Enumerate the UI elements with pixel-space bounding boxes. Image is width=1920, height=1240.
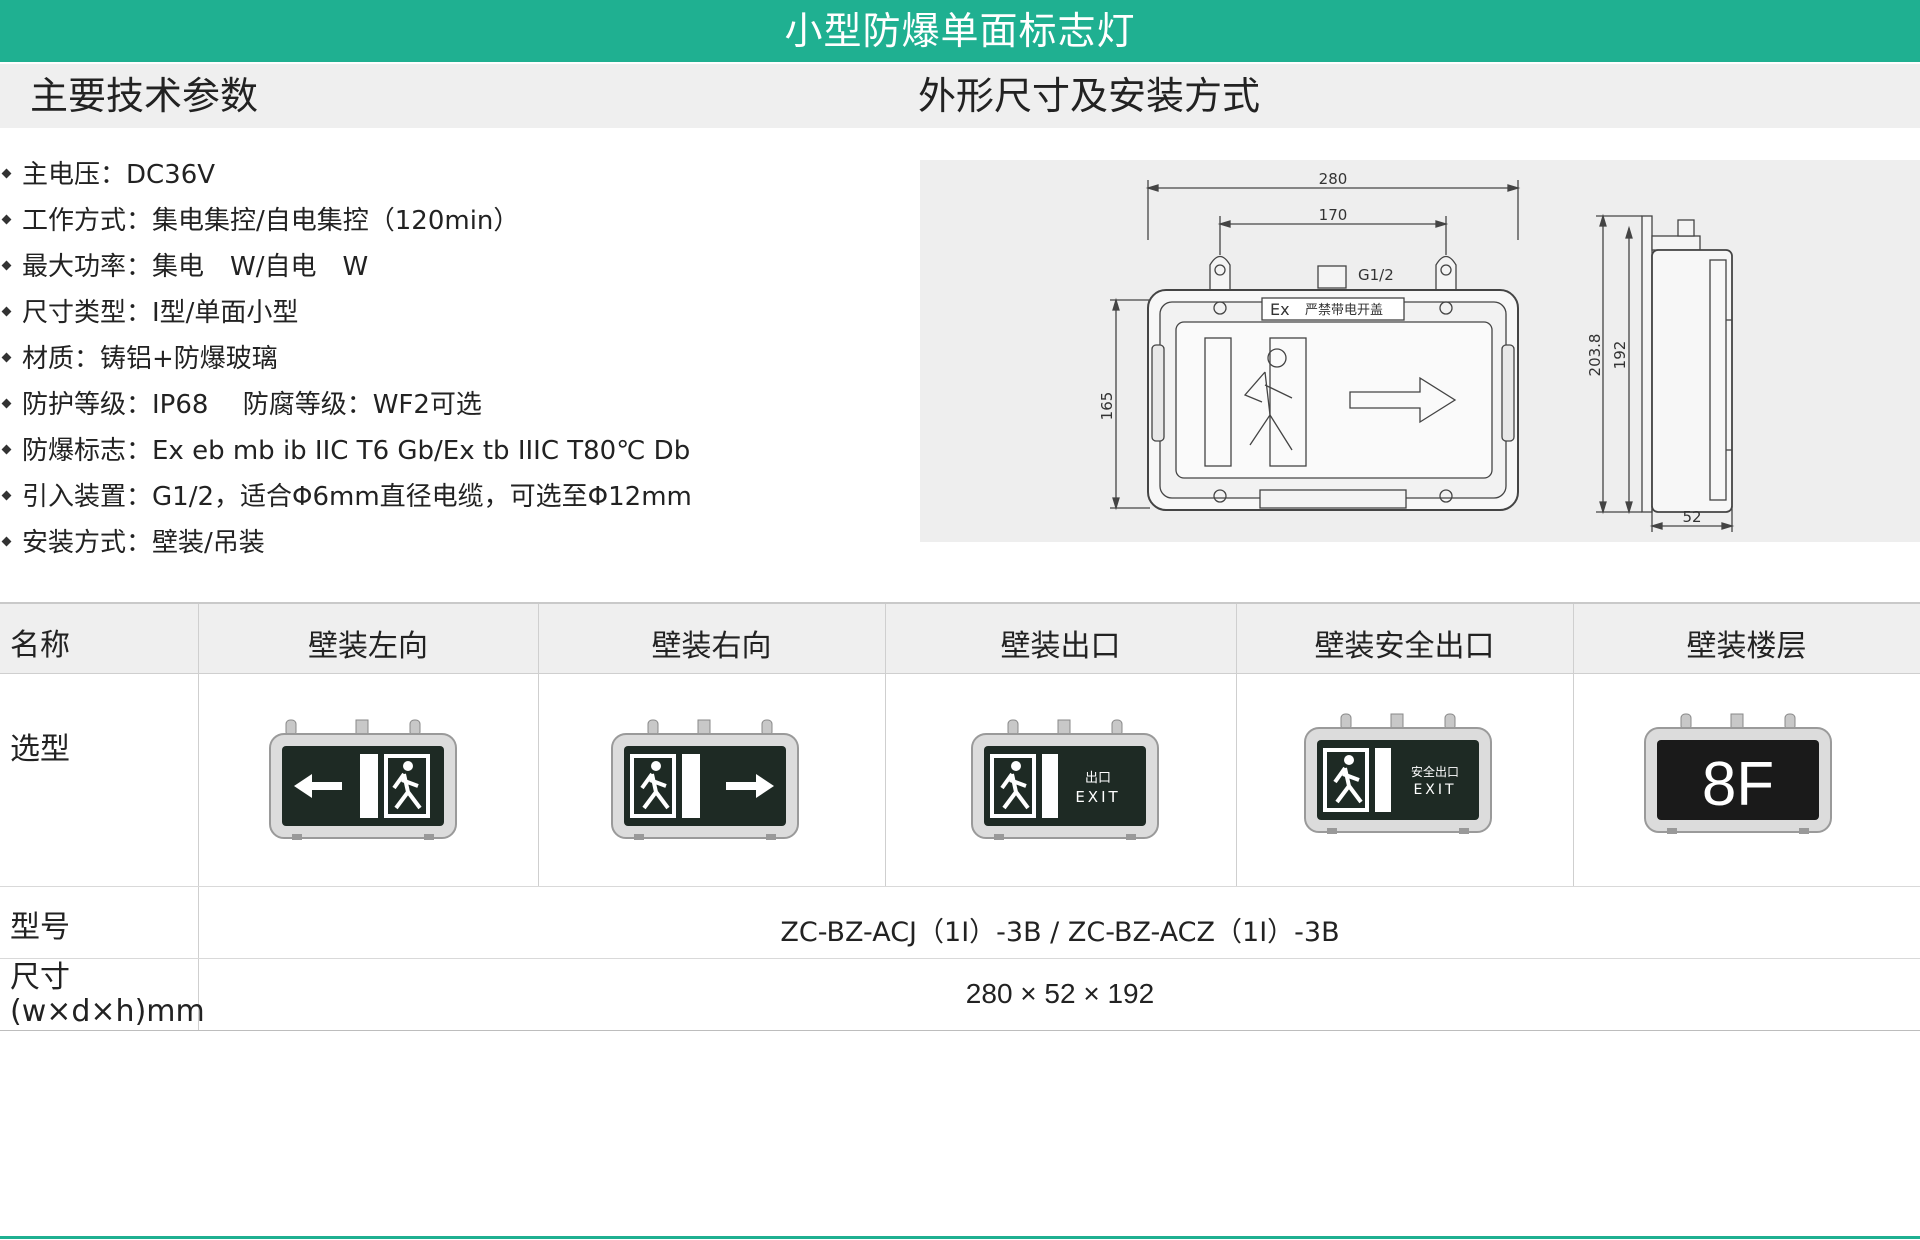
row-label-size-units: (w×d×h)mm bbox=[10, 994, 205, 1029]
exit-cn-text: 出口 bbox=[1085, 771, 1111, 786]
safe-exit-cn-text: 安全出口 bbox=[1411, 764, 1459, 779]
page-title-bar: 小型防爆单面标志灯 bbox=[0, 0, 1920, 62]
row-label-size: 尺寸 bbox=[10, 960, 70, 995]
sign-wall-floor-image: 8F bbox=[1644, 713, 1832, 834]
spec-item: 最大功率：集电 W/自电 W bbox=[0, 244, 900, 290]
row-label-model: 型号 bbox=[10, 910, 70, 945]
column-wall-exit: 壁装出口 bbox=[1000, 629, 1121, 664]
row-label-selection: 选型 bbox=[10, 732, 70, 767]
running-man-icon bbox=[1011, 761, 1021, 771]
dim-total-height-label: 203.8 bbox=[1586, 334, 1604, 377]
bullet-icon bbox=[1, 536, 12, 547]
bullet-icon bbox=[1, 490, 12, 501]
column-wall-right: 壁装右向 bbox=[651, 629, 772, 664]
bullet-icon bbox=[1, 352, 12, 363]
exit-en-text: EXIT bbox=[1075, 788, 1120, 806]
table-header-name: 名称 bbox=[10, 628, 70, 663]
spec-item: 主电压：DC36V bbox=[0, 152, 900, 198]
side-view-housing bbox=[1651, 249, 1733, 513]
product-table: 名称 壁装左向 壁装右向 壁装出口 壁装安全出口 壁装楼层 选型 出口 EXIT… bbox=[0, 602, 1920, 1031]
floor-number-text: 8F bbox=[1702, 750, 1774, 819]
running-man-icon bbox=[403, 761, 413, 771]
dim-body-height-label: 192 bbox=[1611, 341, 1629, 370]
sign-wall-exit-image: 出口 EXIT bbox=[971, 719, 1159, 840]
ex-badge-text: 严禁带电开盖 bbox=[1305, 303, 1383, 318]
spec-item: 防爆标志：Ex eb mb ib IIC T6 Gb/Ex tb IIIC T8… bbox=[0, 428, 900, 474]
spec-list: 主电压：DC36V 工作方式：集电集控/自电集控（120min） 最大功率：集电… bbox=[0, 152, 900, 566]
bullet-icon bbox=[1, 214, 12, 225]
spec-item: 引入装置：G1/2，适合Φ6mm直径电缆，可选至Φ12mm bbox=[0, 474, 900, 520]
page-title: 小型防爆单面标志灯 bbox=[784, 9, 1136, 53]
sign-window bbox=[1175, 321, 1493, 479]
safe-exit-en-text: EXIT bbox=[1413, 782, 1456, 798]
spec-item: 防护等级：IP68 防腐等级：WF2可选 bbox=[0, 382, 900, 428]
ex-badge-label: Ex bbox=[1270, 300, 1290, 319]
model-value: ZC-BZ-ACJ（1Ⅰ）-3B / ZC-BZ-ACZ（1Ⅰ）-3B bbox=[780, 917, 1340, 948]
column-wall-floor: 壁装楼层 bbox=[1686, 629, 1807, 664]
dimension-drawing-panel: 280 170 G1/2 Ex 严禁带电开盖 165 203.8 192 52 bbox=[920, 160, 1920, 542]
spec-item: 尺寸类型：Ⅰ型/单面小型 bbox=[0, 290, 900, 336]
bullet-icon bbox=[1, 260, 12, 271]
spec-item: 安装方式：壁装/吊装 bbox=[0, 520, 900, 566]
size-value: 280 × 52 × 192 bbox=[965, 978, 1155, 1009]
dimension-drawing: 280 170 G1/2 Ex 严禁带电开盖 165 203.8 192 52 bbox=[1098, 170, 1735, 532]
running-man-icon bbox=[651, 761, 661, 771]
specs-section-title: 主要技术参数 bbox=[30, 74, 259, 118]
sign-wall-safe-exit-image: 安全出口 EXIT bbox=[1304, 713, 1492, 834]
dim-depth-label: 52 bbox=[1682, 508, 1701, 526]
spec-item: 材质：铸铝+防爆玻璃 bbox=[0, 336, 900, 382]
bullet-icon bbox=[1, 398, 12, 409]
footer-accent-line bbox=[0, 1236, 1920, 1239]
column-wall-safe-exit: 壁装安全出口 bbox=[1314, 629, 1495, 664]
spec-item: 工作方式：集电集控/自电集控（120min） bbox=[0, 198, 900, 244]
running-man-icon bbox=[1344, 755, 1354, 765]
bullet-icon bbox=[1, 444, 12, 455]
dim-width-label: 280 bbox=[1319, 170, 1348, 188]
column-wall-left: 壁装左向 bbox=[308, 629, 428, 664]
bullet-icon bbox=[1, 306, 12, 317]
dim-height-label: 165 bbox=[1098, 392, 1116, 421]
dim-thread-label: G1/2 bbox=[1358, 266, 1394, 284]
dimensions-section-title: 外形尺寸及安装方式 bbox=[918, 74, 1261, 118]
cable-gland bbox=[1317, 265, 1347, 289]
section-header-bar: 主要技术参数 外形尺寸及安装方式 bbox=[0, 64, 1920, 128]
sign-wall-right-image bbox=[611, 719, 799, 840]
dim-mount-label: 170 bbox=[1319, 206, 1348, 224]
bullet-icon bbox=[1, 168, 12, 179]
side-view-bracket bbox=[1641, 215, 1653, 513]
sign-wall-left-image bbox=[269, 719, 457, 840]
